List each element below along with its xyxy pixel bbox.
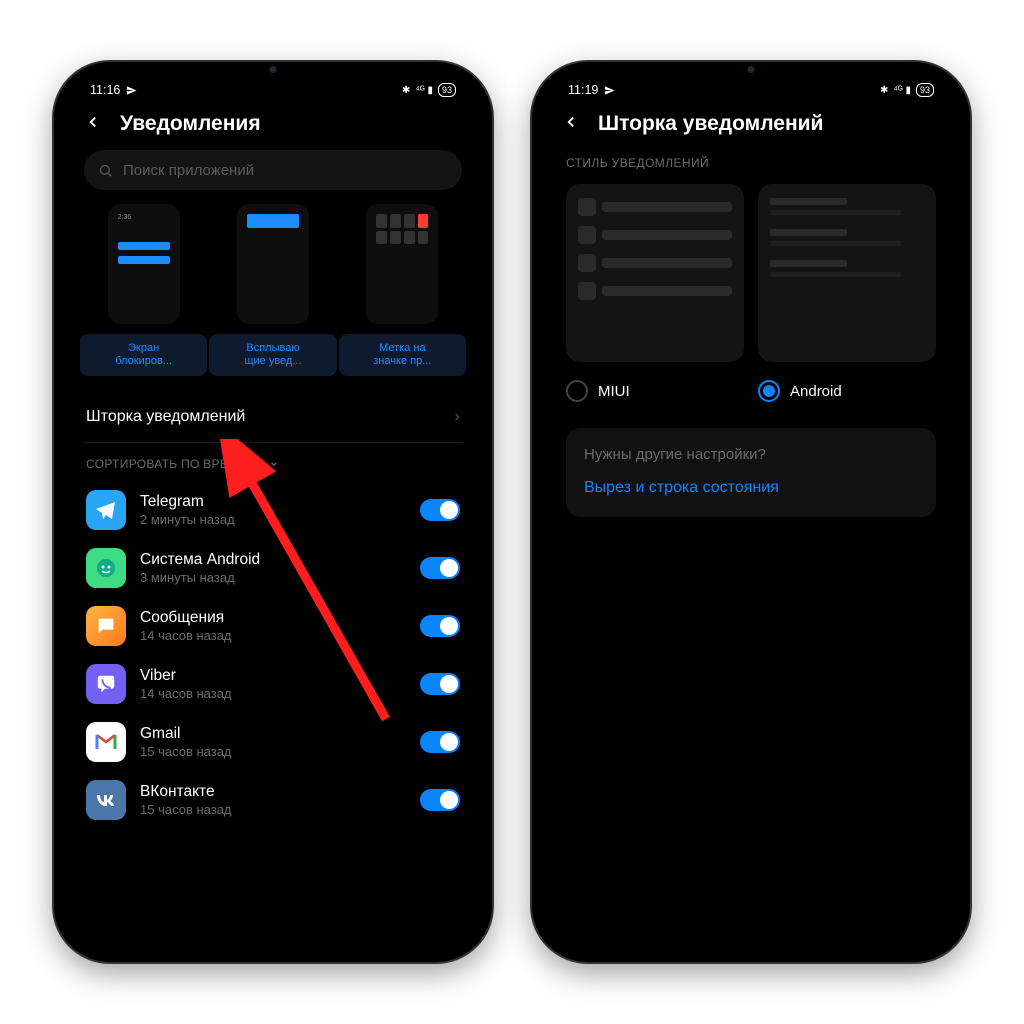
app-name: Система Android [140,551,406,568]
status-time: 11:16 [90,83,120,97]
app-name: Сообщения [140,609,406,626]
app-row[interactable]: Telegram 2 минуты назад [66,481,480,539]
app-row[interactable]: ВКонтакте 15 часов назад [66,771,480,829]
radio-dot [758,380,780,402]
phone-left: 11:16 ✱ ⁴ᴳ ▮ 93 Уведомления Поиск прилож… [54,62,492,962]
app-list: Telegram 2 минуты назад Система Android 3 м… [66,481,480,829]
app-name: Viber [140,667,406,684]
radio-dot [566,380,588,402]
sort-dropdown[interactable]: СОРТИРОВАТЬ ПО ВРЕМЕНИ [66,443,480,481]
app-toggle[interactable] [420,673,460,695]
battery-badge: 93 [916,83,934,97]
app-icon [86,606,126,646]
network-icon: ⁴ᴳ ▮ [415,85,433,96]
status-bar: 11:16 ✱ ⁴ᴳ ▮ 93 [66,74,480,104]
app-toggle[interactable] [420,499,460,521]
search-placeholder: Поиск приложений [123,162,254,179]
app-name: ВКонтакте [140,783,406,800]
bluetooth-icon: ✱ [402,85,410,96]
more-settings-card: Нужны другие настройки? Вырез и строка с… [566,428,936,517]
card-floating[interactable]: Всплывающие увед... [213,204,332,376]
app-row[interactable]: Gmail 15 часов назад [66,713,480,771]
row-label: Шторка уведомлений [86,408,245,426]
app-icon [86,722,126,762]
notch [706,62,796,78]
app-subtitle: 15 часов назад [140,802,406,817]
app-toggle[interactable] [420,731,460,753]
radio-miui[interactable]: MIUI [566,380,744,402]
status-bar: 11:19 ✱ ⁴ᴳ ▮ 93 [544,74,958,104]
page-title: Шторка уведомлений [598,112,823,136]
app-subtitle: 14 часов назад [140,686,406,701]
telegram-status-icon [604,85,615,96]
row-notification-shade[interactable]: Шторка уведомлений › [66,392,480,442]
back-button[interactable] [562,113,580,136]
app-row[interactable]: Viber 14 часов назад [66,655,480,713]
chevron-right-icon: › [455,408,460,426]
status-time: 11:19 [568,83,598,97]
app-subtitle: 15 часов назад [140,744,406,759]
cutout-statusbar-link[interactable]: Вырез и строка состояния [584,479,918,497]
phone-right: 11:19 ✱ ⁴ᴳ ▮ 93 Шторка уведомлений СТИЛЬ… [532,62,970,962]
app-name: Gmail [140,725,406,742]
app-subtitle: 2 минуты назад [140,512,406,527]
app-toggle[interactable] [420,557,460,579]
bluetooth-icon: ✱ [880,85,888,96]
back-button[interactable] [84,113,102,136]
section-label: СТИЛЬ УВЕДОМЛЕНИЙ [544,150,958,184]
telegram-status-icon [126,85,137,96]
notification-style-cards: 2:36 Экранблокиров... Всплывающие увед..… [66,204,480,376]
search-icon [98,163,113,178]
card-badge[interactable]: Метка назначке пр... [343,204,462,376]
notch [228,62,318,78]
app-icon [86,780,126,820]
app-icon [86,664,126,704]
app-icon [86,548,126,588]
app-icon [86,490,126,530]
app-toggle[interactable] [420,789,460,811]
chevron-down-icon [269,459,279,469]
card-lockscreen[interactable]: 2:36 Экранблокиров... [84,204,203,376]
radio-android[interactable]: Android [758,380,936,402]
app-row[interactable]: Сообщения 14 часов назад [66,597,480,655]
search-input[interactable]: Поиск приложений [84,150,462,190]
page-title: Уведомления [120,112,261,136]
battery-badge: 93 [438,83,456,97]
app-row[interactable]: Система Android 3 минуты назад [66,539,480,597]
app-subtitle: 3 минуты назад [140,570,406,585]
app-subtitle: 14 часов назад [140,628,406,643]
app-name: Telegram [140,493,406,510]
style-preview-android[interactable] [758,184,936,362]
style-preview-miui[interactable] [566,184,744,362]
app-toggle[interactable] [420,615,460,637]
card-question: Нужны другие настройки? [584,446,918,463]
network-icon: ⁴ᴳ ▮ [893,85,911,96]
